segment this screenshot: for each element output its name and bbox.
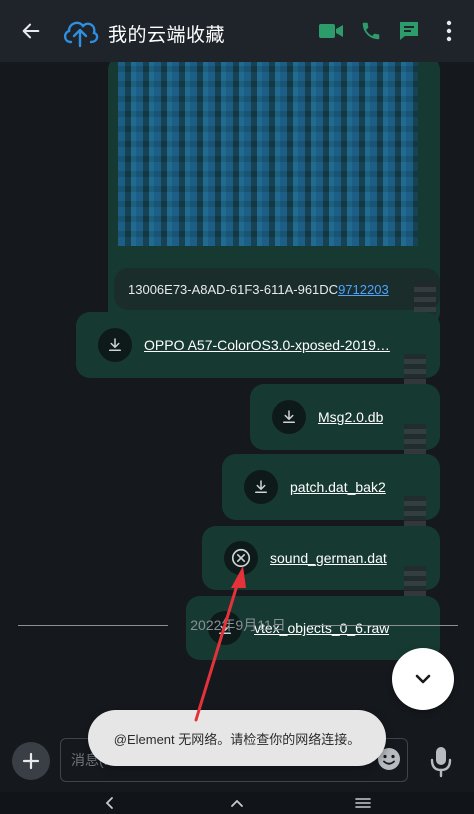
date-separator: 2022年9月11日 xyxy=(18,614,458,636)
phone-icon xyxy=(362,22,380,40)
nav-home-button[interactable] xyxy=(222,794,252,812)
separator-line xyxy=(18,624,169,626)
video-camera-icon xyxy=(319,24,343,38)
more-vertical-icon xyxy=(446,20,452,42)
text-message[interactable]: 13006E73-A8AD-61F3-611A-961DC 9712203 xyxy=(114,268,440,310)
download-icon[interactable] xyxy=(272,400,306,434)
cloud-upload-icon xyxy=(63,21,99,48)
video-call-button[interactable] xyxy=(316,16,346,46)
file-message[interactable]: OPPO A57-ColorOS3.0-xposed-2019… xyxy=(76,312,440,378)
arrow-left-icon xyxy=(22,23,40,39)
network-error-toast: @Element 无网络。请检查你的网络连接。 xyxy=(88,710,386,766)
jump-to-bottom-button[interactable] xyxy=(392,648,454,710)
nav-menu-button[interactable] xyxy=(348,794,378,812)
system-nav-bar xyxy=(0,792,474,814)
menu-icon xyxy=(355,798,371,808)
file-name[interactable]: sound_german.dat xyxy=(270,550,387,566)
room-avatar[interactable] xyxy=(60,12,100,52)
file-name[interactable]: Msg2.0.db xyxy=(318,409,383,425)
app-bar: 我的云端收藏 xyxy=(0,0,474,62)
message-square-icon xyxy=(400,22,418,40)
plus-icon xyxy=(22,752,40,770)
blurred-image xyxy=(118,62,418,246)
microphone-icon xyxy=(430,747,452,778)
message-link[interactable]: 9712203 xyxy=(338,282,389,297)
download-icon[interactable] xyxy=(244,470,278,504)
threads-button[interactable] xyxy=(394,16,424,46)
voice-message-button[interactable] xyxy=(424,742,458,782)
file-name[interactable]: OPPO A57-ColorOS3.0-xposed-2019… xyxy=(144,337,394,353)
nav-back-button[interactable] xyxy=(94,794,124,812)
message-text: 13006E73-A8AD-61F3-611A-961DC xyxy=(128,281,339,297)
voice-call-button[interactable] xyxy=(356,16,386,46)
error-circle-icon[interactable] xyxy=(224,541,258,575)
download-icon[interactable] xyxy=(98,328,132,362)
separator-line xyxy=(307,624,458,626)
file-name[interactable]: patch.dat_bak2 xyxy=(290,479,386,495)
room-title[interactable]: 我的云端收藏 xyxy=(108,20,225,47)
chevron-up-icon xyxy=(231,799,243,807)
date-label: 2022年9月11日 xyxy=(190,617,286,633)
toast-message: @Element 无网络。请检查你的网络连接。 xyxy=(113,731,361,747)
chevron-down-icon xyxy=(415,674,431,684)
chevron-left-icon xyxy=(105,797,113,809)
more-options-button[interactable] xyxy=(434,16,464,46)
back-button[interactable] xyxy=(16,16,46,46)
attachment-button[interactable] xyxy=(12,742,50,780)
